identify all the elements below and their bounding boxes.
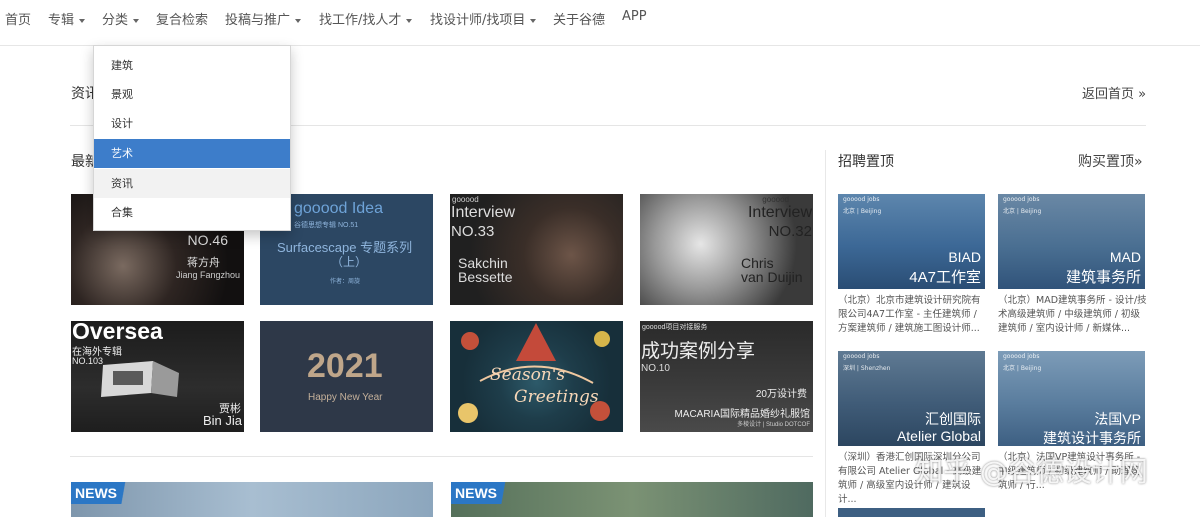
tile-issue: NO.103 bbox=[72, 356, 104, 366]
job-card-vp-image[interactable]: gooood jobs 北京 | Beijing 法国VP 建筑设计事务所 bbox=[998, 351, 1145, 446]
dropdown-item-landscape[interactable]: 景观 bbox=[94, 80, 290, 109]
nav-about[interactable]: 关于谷德 bbox=[553, 9, 605, 28]
job-card-atelier-desc[interactable]: （深圳）香港汇创国际深圳分公司有限公司 Atelier Global - 高级建… bbox=[838, 451, 988, 507]
chevron-down-icon bbox=[79, 18, 86, 23]
tile-name-en: Jiang Fangzhou bbox=[175, 270, 240, 280]
job-location: 北京 | Beijing bbox=[1003, 208, 1042, 215]
nav-special-label: 专辑 bbox=[48, 13, 75, 28]
tile-author: 作者：周旋 bbox=[330, 279, 361, 285]
news-card[interactable]: NEWS bbox=[451, 482, 813, 517]
tile-series: 谷德思想专辑 NO.51 bbox=[294, 222, 359, 229]
tile-line2: Greetings bbox=[514, 387, 599, 407]
job-location: 北京 | Beijing bbox=[1003, 365, 1042, 372]
tile-year: 2021 bbox=[307, 347, 383, 385]
news-card[interactable]: NEWS bbox=[71, 482, 433, 517]
job-brand: 法国VP bbox=[1094, 411, 1141, 427]
job-location: 深圳 | Shenzhen bbox=[843, 365, 891, 372]
nav-designers-label: 找设计师/找项目 bbox=[430, 13, 526, 28]
job-brand-sub: 建筑事务所 bbox=[1065, 269, 1141, 286]
article-tile-oversea[interactable]: Oversea 在海外专辑 NO.103 贾彬 Bin Jia bbox=[71, 321, 244, 432]
job-location: 北京 | Beijing bbox=[843, 208, 882, 215]
tile-name-last: van Duijin bbox=[741, 269, 803, 285]
tile-name-en: Bin Jia bbox=[202, 413, 242, 428]
tile-project: MACARIA国际精品婚纱礼服馆 bbox=[674, 409, 810, 420]
tile-issue: NO.10 bbox=[641, 363, 670, 374]
tile-issue: NO.33 bbox=[451, 223, 495, 240]
job-card-vp-desc[interactable]: （北京）法国VP建筑设计事务所 - 中级建筑师 / 初级建筑师 / 助理建筑师 … bbox=[998, 451, 1148, 493]
nav-category-label: 分类 bbox=[102, 13, 129, 28]
tile-type: Interview bbox=[747, 204, 812, 221]
chevron-down-icon bbox=[530, 18, 537, 23]
tile-studio: 多棱设计 | Studio DOTCOF bbox=[737, 422, 810, 428]
dropdown-item-design[interactable]: 设计 bbox=[94, 109, 290, 138]
nav-submit-label: 投稿与推广 bbox=[225, 13, 291, 28]
tile-brand: gooood bbox=[762, 195, 789, 204]
chevron-down-icon bbox=[295, 18, 302, 23]
tile-line1: Season's bbox=[490, 365, 566, 385]
tile-title: 成功案例分享 bbox=[641, 341, 756, 362]
job-brand-sub: 4A7工作室 bbox=[909, 269, 981, 286]
dropdown-item-news[interactable]: 资讯 bbox=[94, 169, 290, 198]
back-home-link[interactable]: 返回首页 » bbox=[1082, 83, 1146, 102]
tile-issue: NO.46 bbox=[187, 232, 228, 248]
tile-name-last: Bessette bbox=[458, 269, 513, 285]
nav-special[interactable]: 专辑 bbox=[48, 9, 86, 28]
job-brand: MAD bbox=[1109, 249, 1141, 265]
nav-search[interactable]: 复合检索 bbox=[156, 9, 208, 28]
article-tile-interview-33[interactable]: gooood Interview NO.33 Sakchin Bessette bbox=[450, 194, 623, 305]
job-tag: gooood jobs bbox=[1003, 353, 1040, 360]
article-tile-interview-32[interactable]: gooood Interview NO.32 Chris van Duijin bbox=[640, 194, 813, 305]
job-tag: gooood jobs bbox=[1003, 196, 1040, 203]
category-dropdown: 建筑 景观 设计 艺术 资讯 合集 bbox=[93, 45, 291, 231]
nav-designers[interactable]: 找设计师/找项目 bbox=[430, 9, 537, 28]
job-brand: 汇创国际 bbox=[925, 411, 981, 427]
dropdown-item-collection[interactable]: 合集 bbox=[94, 198, 290, 227]
job-card-atelier-image[interactable]: gooood jobs 深圳 | Shenzhen 汇创国际 Atelier G… bbox=[838, 351, 985, 446]
tile-brand: gooood Idea bbox=[294, 200, 383, 217]
dropdown-item-art[interactable]: 艺术 bbox=[94, 139, 290, 168]
nav-category[interactable]: 分类 bbox=[102, 9, 140, 28]
article-tile-case-sharing[interactable]: gooood项目对接服务 成功案例分享 NO.10 20万设计费 MACARIA… bbox=[640, 321, 813, 432]
job-card-image-partial[interactable] bbox=[838, 508, 985, 517]
chevron-down-icon bbox=[406, 18, 413, 23]
tile-type: Interview bbox=[451, 204, 516, 221]
tile-name-cn: 蒋方舟 bbox=[187, 257, 220, 269]
article-tile-2021[interactable]: 2021 Happy New Year bbox=[260, 321, 433, 432]
news-badge: NEWS bbox=[451, 482, 519, 504]
dropdown-item-architecture[interactable]: 建筑 bbox=[94, 51, 290, 80]
tile-fee: 20万设计费 bbox=[755, 389, 807, 400]
nav-jobs[interactable]: 找工作/找人才 bbox=[319, 9, 413, 28]
job-tag: gooood jobs bbox=[843, 353, 880, 360]
tile-title: Oversea bbox=[72, 321, 163, 344]
job-card-mad-image[interactable]: gooood jobs 北京 | Beijing MAD 建筑事务所 bbox=[998, 194, 1145, 289]
job-tag: gooood jobs bbox=[843, 196, 880, 203]
nav-submit[interactable]: 投稿与推广 bbox=[225, 9, 302, 28]
job-brand-sub: 建筑设计事务所 bbox=[1043, 430, 1141, 446]
tile-greeting: Happy New Year bbox=[308, 392, 383, 403]
divider bbox=[70, 456, 813, 457]
buy-pin-link[interactable]: 购买置顶» bbox=[1078, 151, 1143, 171]
house-illustration bbox=[101, 361, 179, 397]
jobs-title: 招聘置顶 bbox=[838, 154, 894, 170]
nav-jobs-label: 找工作/找人才 bbox=[319, 13, 402, 28]
column-divider bbox=[825, 150, 826, 517]
job-brand: BIAD bbox=[948, 249, 981, 265]
article-tile-seasons-greetings[interactable]: Season's Greetings bbox=[450, 321, 623, 432]
nav-home[interactable]: 首页 bbox=[5, 9, 31, 28]
tile-service: gooood项目对接服务 bbox=[642, 324, 708, 331]
top-nav: 首页 专辑 分类 复合检索 投稿与推广 找工作/找人才 找设计师/找项目 关于谷… bbox=[0, 0, 1200, 46]
tile-subtitle: （上） bbox=[331, 255, 368, 269]
tile-brand: gooood bbox=[452, 195, 479, 204]
news-badge: NEWS bbox=[71, 482, 139, 504]
job-brand-sub: Atelier Global bbox=[896, 428, 981, 444]
job-card-mad-desc[interactable]: （北京）MAD建筑事务所 - 设计/技术高级建筑师 / 中级建筑师 / 初级建筑… bbox=[998, 294, 1148, 336]
tile-issue: NO.32 bbox=[768, 223, 812, 240]
chevron-down-icon bbox=[133, 18, 140, 23]
nav-app[interactable]: APP bbox=[622, 9, 647, 24]
job-card-biad-image[interactable]: gooood jobs 北京 | Beijing BIAD 4A7工作室 bbox=[838, 194, 985, 289]
job-card-biad-desc[interactable]: （北京）北京市建筑设计研究院有限公司4A7工作室 - 主任建筑师 / 方案建筑师… bbox=[838, 294, 988, 336]
